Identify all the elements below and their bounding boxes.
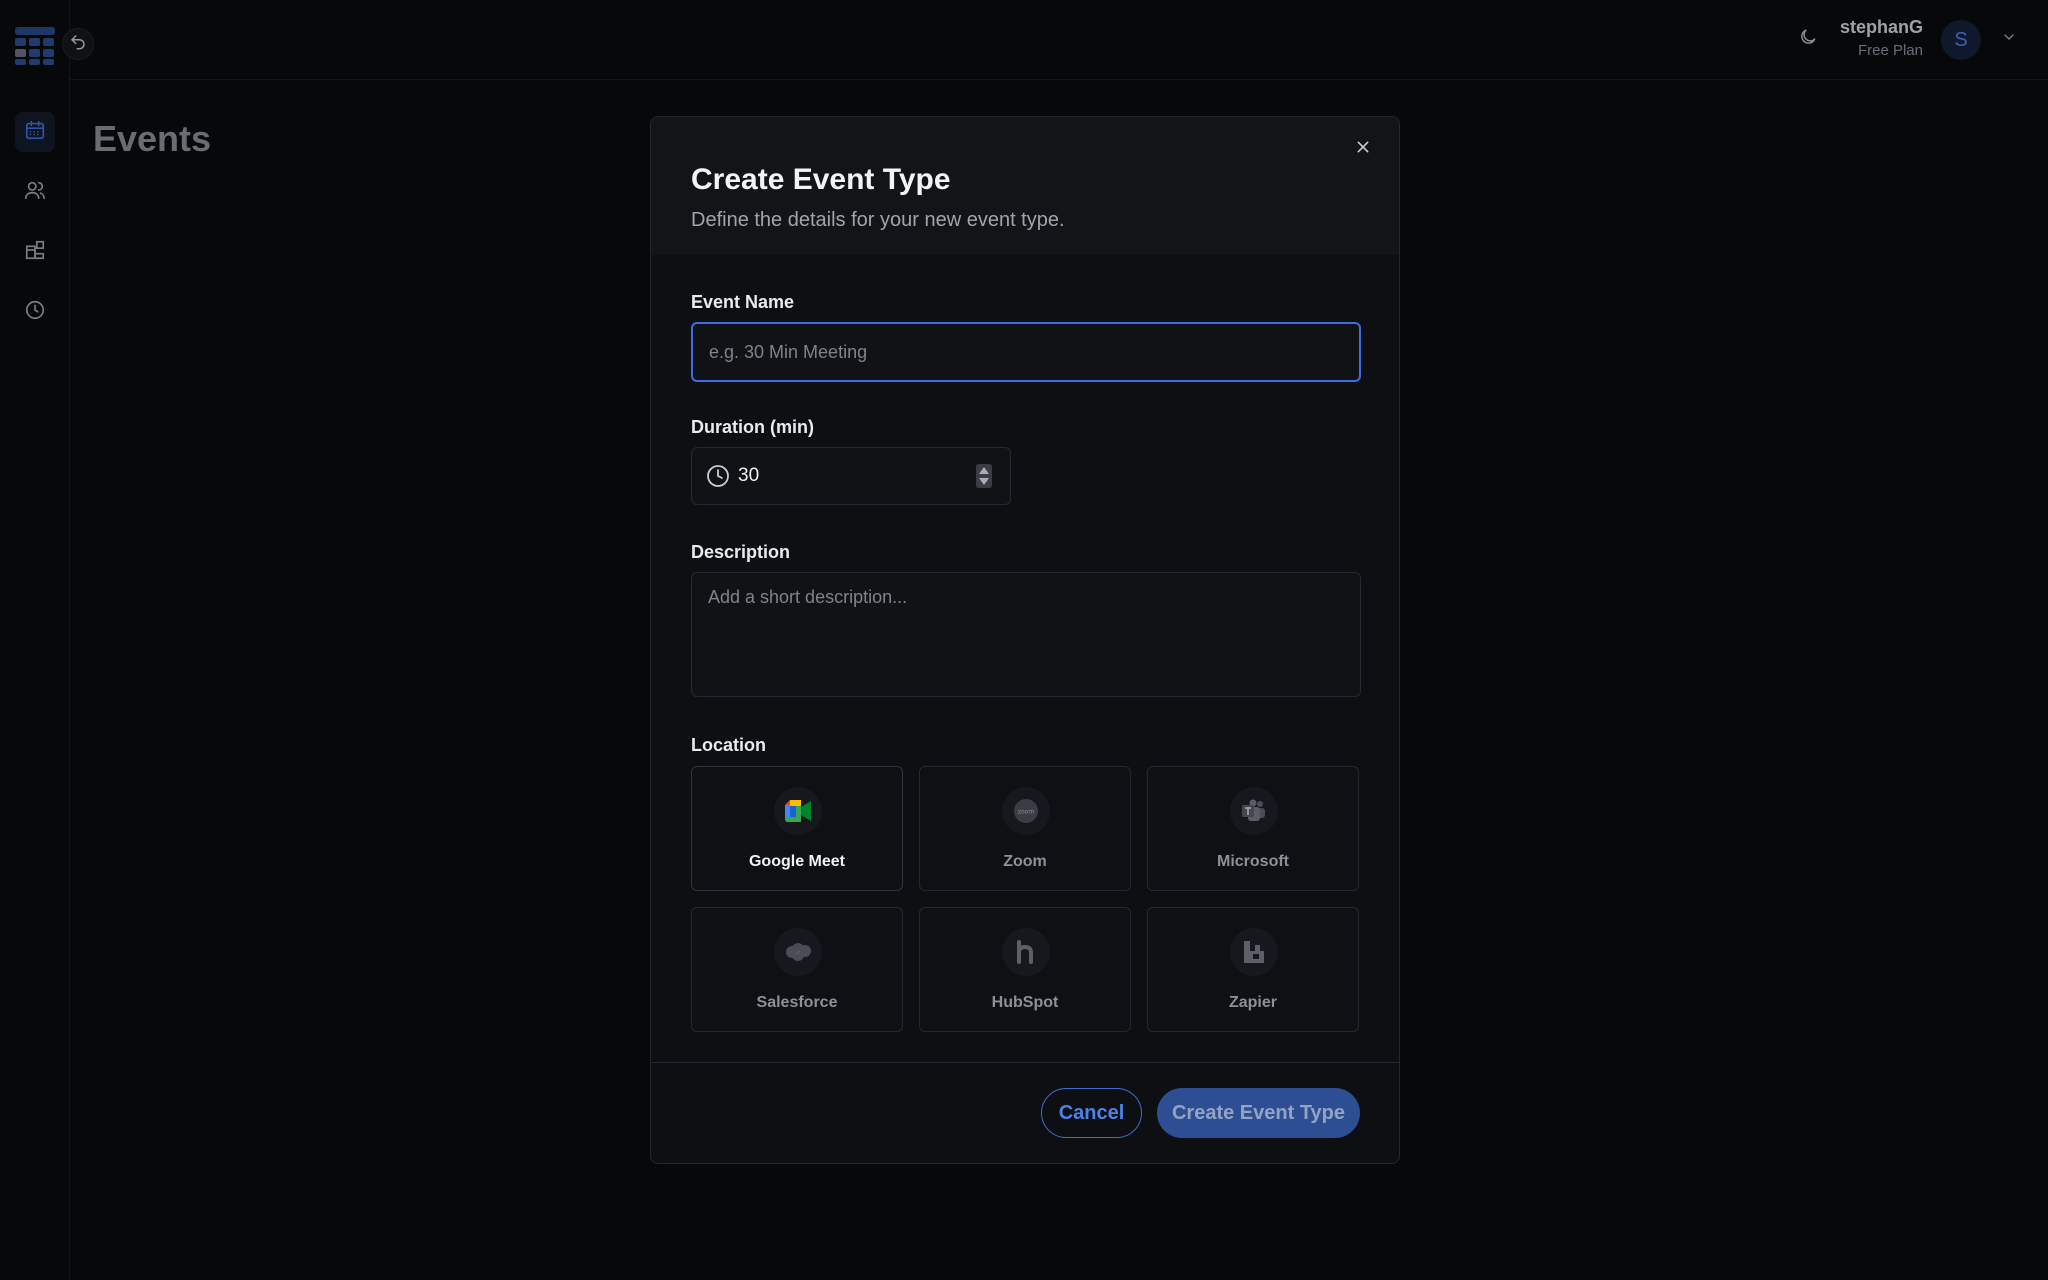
- location-option-label: Zapier: [1228, 994, 1277, 1011]
- create-event-type-dialog: Create Event Type Define the details for…: [650, 116, 1400, 1164]
- stepper-up-icon[interactable]: [979, 467, 989, 474]
- dialog-header: Create Event Type Define the details for…: [651, 117, 1399, 255]
- location-option-microsoft[interactable]: Microsoft: [1147, 766, 1359, 891]
- svg-text:zoom: zoom: [1018, 809, 1034, 816]
- location-option-zoom[interactable]: zoom Zoom: [919, 766, 1131, 891]
- duration-value: 30: [738, 465, 760, 486]
- location-option-salesforce[interactable]: sf Salesforce: [691, 907, 903, 1032]
- dialog-subtitle: Define the details for your new event ty…: [691, 209, 1065, 231]
- duration-input[interactable]: 30: [691, 447, 1011, 505]
- google-meet-icon: [774, 787, 822, 835]
- location-option-zapier[interactable]: Zapier: [1147, 907, 1359, 1032]
- create-event-type-button[interactable]: Create Event Type: [1157, 1088, 1360, 1138]
- location-option-label: Zoom: [1003, 853, 1047, 870]
- duration-label: Duration (min): [691, 417, 814, 437]
- svg-text:sf: sf: [796, 950, 800, 955]
- clock-icon: [706, 464, 730, 488]
- hubspot-icon: [1002, 928, 1050, 976]
- dialog-title: Create Event Type: [691, 163, 951, 196]
- dialog-footer-divider: [651, 1062, 1399, 1063]
- stepper-down-icon[interactable]: [979, 478, 989, 485]
- salesforce-icon: sf: [774, 928, 822, 976]
- location-option-hubspot[interactable]: HubSpot: [919, 907, 1131, 1032]
- location-option-google-meet[interactable]: Google Meet: [691, 766, 903, 891]
- zoom-icon: zoom: [1002, 787, 1050, 835]
- event-name-label: Event Name: [691, 292, 795, 312]
- location-option-label: Salesforce: [756, 994, 838, 1011]
- location-option-label: HubSpot: [991, 994, 1059, 1011]
- event-name-input[interactable]: [691, 322, 1361, 382]
- close-icon: [1355, 139, 1371, 160]
- zapier-icon: [1230, 928, 1278, 976]
- close-button[interactable]: [1349, 135, 1377, 163]
- microsoft-teams-icon: [1230, 787, 1278, 835]
- duration-stepper[interactable]: [976, 464, 992, 488]
- location-option-label: Google Meet: [748, 853, 845, 870]
- cancel-button[interactable]: Cancel: [1041, 1088, 1142, 1138]
- location-option-label: Microsoft: [1217, 853, 1289, 870]
- description-label: Description: [691, 542, 791, 562]
- description-textarea[interactable]: [691, 572, 1361, 697]
- location-label: Location: [691, 735, 766, 755]
